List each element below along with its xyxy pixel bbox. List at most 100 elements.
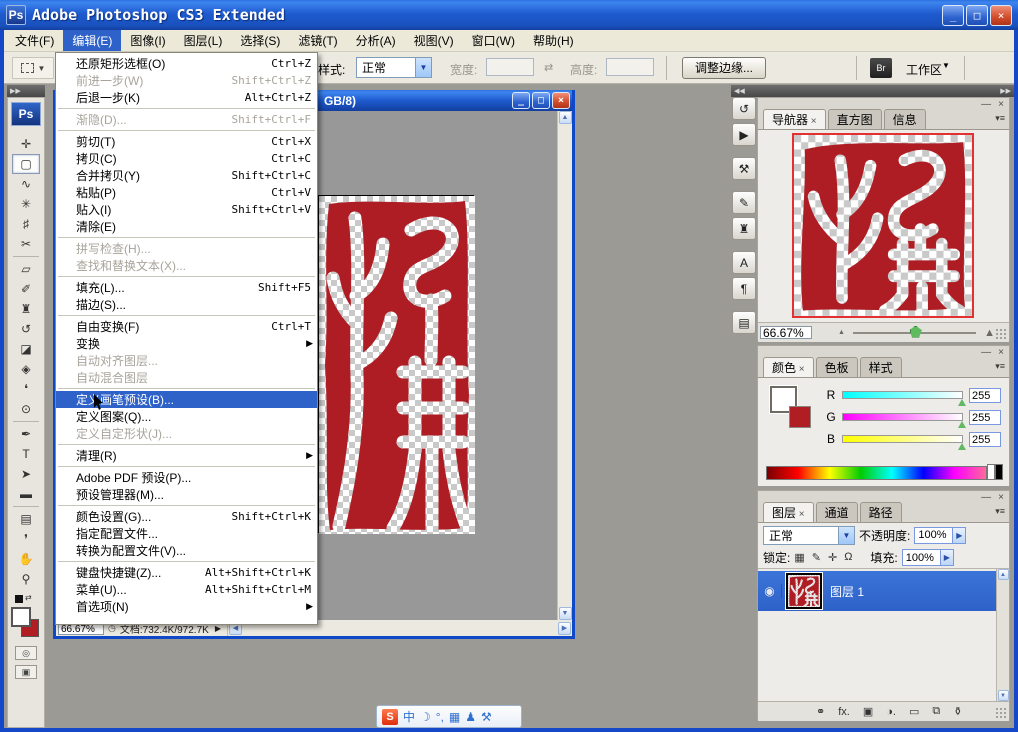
workspace-button[interactable]: 工作区	[906, 61, 942, 78]
zoom-in-icon[interactable]: ▲	[984, 327, 995, 339]
menu-item-7[interactable]: 分析(A)	[347, 30, 405, 51]
brush-tool[interactable]: ✐	[12, 279, 40, 299]
rectangular-marquee-tool[interactable]: ▢	[12, 154, 40, 174]
navigator-proxy-view[interactable]	[794, 135, 972, 316]
layer-comps-panel-button[interactable]: ▤	[732, 311, 756, 334]
edit-menu-item-4[interactable]: 渐隐(D)...Shift+Ctrl+F	[56, 111, 317, 128]
wrench-icon[interactable]: ⚒	[481, 710, 492, 724]
scroll-down-icon[interactable]: ▼	[559, 607, 572, 620]
layer-thumbnail[interactable]	[786, 573, 822, 609]
magic-wand-tool[interactable]: ✳	[12, 194, 40, 214]
edit-menu-item-14[interactable]: 描边(S)...	[56, 296, 317, 313]
edit-menu-item-11[interactable]: 拼写检查(H)...	[56, 240, 317, 257]
edit-menu-item-26[interactable]: 指定配置文件...	[56, 525, 317, 542]
blend-mode-select[interactable]: 正常 ▼	[763, 526, 855, 545]
channel-r-value[interactable]: 255	[969, 388, 1001, 403]
sogou-logo-icon[interactable]: S	[382, 709, 398, 725]
default-colors-control[interactable]: ⇄	[13, 593, 39, 605]
slider-thumb-icon[interactable]	[958, 443, 966, 450]
menu-item-4[interactable]: 图层(L)	[175, 30, 232, 51]
menu-item-8[interactable]: 视图(V)	[405, 30, 463, 51]
panel-close-icon[interactable]: ×	[998, 492, 1004, 503]
soft-keyboard-icon[interactable]: ▦	[449, 710, 460, 724]
edit-menu-item-20[interactable]: 定义图案(Q)...	[56, 408, 317, 425]
eraser-tool[interactable]: ◪	[12, 339, 40, 359]
fill-input[interactable]: 100% ▶	[902, 549, 954, 566]
swap-colors-icon[interactable]: ⇄	[25, 593, 32, 602]
lock-position-icon[interactable]: ✛	[828, 551, 837, 564]
bridge-icon[interactable]: Br	[870, 58, 892, 78]
white-swatch[interactable]	[987, 464, 995, 480]
edit-menu-item-8[interactable]: 粘贴(P)Ctrl+V	[56, 184, 317, 201]
dock-header[interactable]: ◀◀ ▶▶	[731, 85, 1014, 97]
actions-panel-button[interactable]: ▶	[732, 123, 756, 146]
edit-menu-item-23[interactable]: Adobe PDF 预设(P)...	[56, 469, 317, 486]
scroll-right-icon[interactable]: ▶	[558, 622, 571, 635]
navigator-zoom-input[interactable]: 66.67%	[760, 326, 812, 339]
lock-pixels-icon[interactable]: ✎	[812, 551, 821, 564]
style-select[interactable]: 正常 ▼	[356, 57, 432, 78]
doc-minimize-button[interactable]: _	[512, 92, 530, 109]
opacity-slider-icon[interactable]: ▶	[952, 528, 965, 543]
screen-mode-button[interactable]: ▣	[15, 665, 37, 679]
edit-menu-item-16[interactable]: 变换▶	[56, 335, 317, 352]
slider-thumb-icon[interactable]	[958, 421, 966, 428]
edit-menu-item-7[interactable]: 合并拷贝(Y)Shift+Ctrl+C	[56, 167, 317, 184]
lock-transparency-icon[interactable]: ▦	[794, 551, 804, 564]
paragraph-panel-button[interactable]: ¶	[732, 277, 756, 300]
menu-item-10[interactable]: 帮助(H)	[524, 30, 583, 51]
edit-menu-item-24[interactable]: 预设管理器(M)...	[56, 486, 317, 503]
menu-item-9[interactable]: 窗口(W)	[463, 30, 524, 51]
edit-menu-item-1[interactable]: 还原矩形选框(O)Ctrl+Z	[56, 55, 317, 72]
healing-brush-tool[interactable]: ▱	[12, 259, 40, 279]
collapse-left-icon[interactable]: ◀◀	[734, 87, 745, 95]
tab-close-icon[interactable]: ×	[796, 364, 805, 375]
zoom-out-icon[interactable]: ▲	[838, 329, 845, 336]
menu-item-1[interactable]: 文件(F)	[6, 30, 63, 51]
new-layer-icon[interactable]: ⧉	[932, 705, 940, 718]
edit-menu-item-29[interactable]: 菜单(U)...Alt+Shift+Ctrl+M	[56, 581, 317, 598]
edit-menu-item-18[interactable]: 自动混合图层	[56, 369, 317, 386]
link-layers-icon[interactable]: ⚭	[816, 705, 825, 718]
layer-list-scrollbar[interactable]: ▲ ▼	[996, 569, 1009, 701]
person-icon[interactable]: ♟	[465, 710, 476, 724]
panel-close-icon[interactable]: ×	[998, 347, 1004, 358]
edit-menu-item-3[interactable]: 后退一步(K)Alt+Ctrl+Z	[56, 89, 317, 106]
combo-arrow-icon[interactable]: ▼	[415, 58, 431, 77]
panel-menu-icon[interactable]: ▾≡	[995, 361, 1005, 372]
slice-tool[interactable]: ✂	[12, 234, 40, 254]
delete-layer-icon[interactable]: ⚱	[953, 705, 962, 718]
edit-menu-item-21[interactable]: 定义自定形状(J)...	[56, 425, 317, 442]
doc-close-button[interactable]: ×	[552, 92, 570, 109]
pen-tool[interactable]: ✒	[12, 424, 40, 444]
move-tool[interactable]: ✛	[12, 134, 40, 154]
navigator-tab-1[interactable]: 导航器 ×	[763, 109, 826, 129]
tab-close-icon[interactable]: ×	[796, 509, 805, 520]
moon-icon[interactable]: ☽	[420, 710, 431, 724]
paint-bucket-tool[interactable]: ◈	[12, 359, 40, 379]
minimize-button[interactable]: _	[942, 5, 964, 26]
color-tab-3[interactable]: 样式	[860, 357, 902, 377]
edit-menu-item-22[interactable]: 清理(R)▶	[56, 447, 317, 464]
menu-item-2[interactable]: 编辑(E)	[63, 30, 121, 51]
edit-menu-item-2[interactable]: 前进一步(W)Shift+Ctrl+Z	[56, 72, 317, 89]
edit-menu-item-25[interactable]: 颜色设置(G)...Shift+Ctrl+K	[56, 508, 317, 525]
new-group-icon[interactable]: ▭	[909, 705, 919, 718]
layer-visibility-icon[interactable]: ◉	[758, 584, 782, 598]
menu-item-3[interactable]: 图像(I)	[121, 30, 174, 51]
hand-tool[interactable]: ✋	[12, 549, 40, 569]
history-brush-tool[interactable]: ↺	[12, 319, 40, 339]
width-input[interactable]	[486, 58, 534, 76]
notes-tool[interactable]: ▤	[12, 509, 40, 529]
edit-menu-item-6[interactable]: 拷贝(C)Ctrl+C	[56, 150, 317, 167]
layer-mask-icon[interactable]: ▣	[863, 705, 873, 718]
close-button[interactable]: ×	[990, 5, 1012, 26]
edit-menu-item-19[interactable]: 定义画笔预设(B)...	[56, 391, 317, 408]
refine-edge-button[interactable]: 调整边缘...	[682, 57, 766, 79]
adjustment-layer-icon[interactable]: ◑.	[886, 706, 896, 718]
character-panel-button[interactable]: A	[732, 251, 756, 274]
navigator-tab-2[interactable]: 直方图	[828, 109, 882, 129]
channel-r-slider[interactable]	[842, 391, 963, 399]
quick-mask-button[interactable]: ◎	[15, 646, 37, 660]
combo-arrow-icon[interactable]: ▼	[838, 527, 854, 544]
